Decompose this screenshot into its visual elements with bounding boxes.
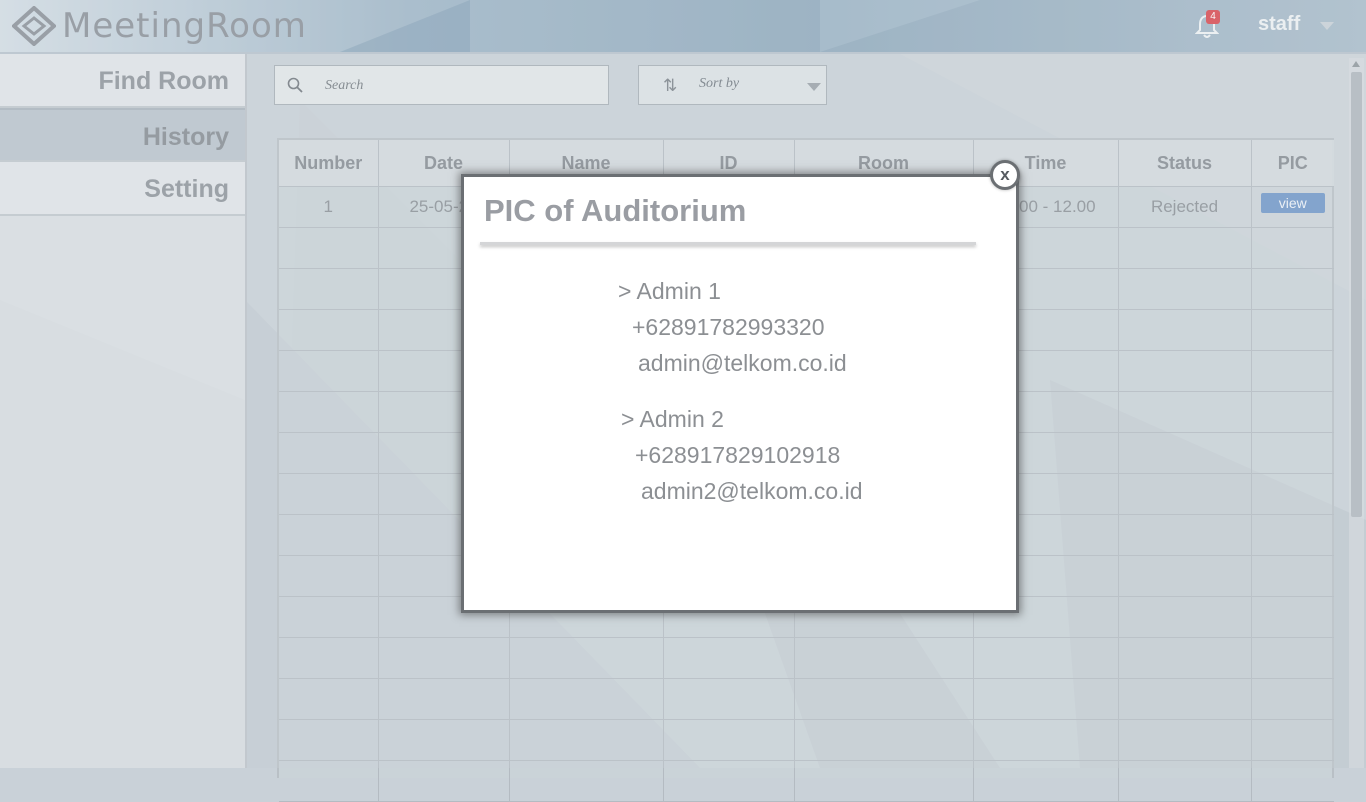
- close-modal-button[interactable]: x: [990, 160, 1020, 190]
- contact-admin-1: > Admin 1 +62891782993320 admin@telkom.c…: [618, 273, 847, 381]
- contact-phone: +62891782993320: [632, 314, 825, 340]
- modal-divider: [480, 242, 976, 245]
- contact-email: admin2@telkom.co.id: [641, 478, 863, 504]
- contact-name: > Admin 2: [621, 406, 724, 432]
- contact-phone: +628917829102918: [635, 442, 841, 468]
- contact-email: admin@telkom.co.id: [638, 350, 847, 376]
- pic-modal: PIC of Auditorium > Admin 1 +62891782993…: [461, 174, 1019, 613]
- contact-admin-2: > Admin 2 +628917829102918 admin2@telkom…: [621, 401, 863, 509]
- modal-title: PIC of Auditorium: [484, 193, 747, 228]
- contact-name: > Admin 1: [618, 278, 721, 304]
